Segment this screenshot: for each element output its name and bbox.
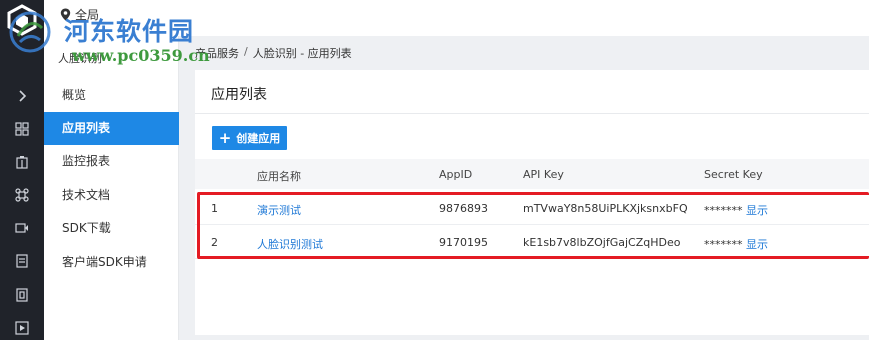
- app-root: 全局 人脸识别 概览 应用列表 监控报表 技术文档 SDK下载 客户端SDK申请…: [0, 0, 869, 340]
- sidebar-item-app-list[interactable]: 应用列表: [44, 112, 179, 145]
- table-header: 应用名称 AppID API Key Secret Key: [195, 159, 869, 189]
- breadcrumb: 产品服务 / 人脸识别 - 应用列表: [195, 45, 352, 61]
- sidebar-item-client-sdk[interactable]: 客户端SDK申请: [44, 246, 179, 279]
- breadcrumb-separator: /: [244, 45, 248, 58]
- breadcrumb-item-current: 人脸识别 - 应用列表: [252, 47, 352, 60]
- dashboard-icon[interactable]: [0, 113, 44, 145]
- watermark-site-url: www.pc0359.cn: [72, 46, 210, 65]
- title-divider: [195, 113, 869, 114]
- building-icon[interactable]: [0, 146, 44, 178]
- watermark-site-name: 河东软件园: [64, 17, 195, 46]
- create-app-button[interactable]: + 创建应用: [212, 126, 287, 150]
- sidebar-item-monitoring[interactable]: 监控报表: [44, 145, 179, 178]
- plus-icon: +: [218, 128, 232, 147]
- command-icon[interactable]: [0, 179, 44, 211]
- column-header-app-id: AppID: [439, 168, 473, 181]
- video-icon[interactable]: [0, 212, 44, 244]
- rows-highlight-annotation: [197, 192, 869, 259]
- watermark-logo-icon: [9, 11, 51, 53]
- column-header-app-name: 应用名称: [257, 170, 301, 183]
- column-header-api-key: API Key: [523, 168, 564, 181]
- sidebar-item-overview[interactable]: 概览: [44, 79, 179, 112]
- sidebar-item-docs[interactable]: 技术文档: [44, 179, 179, 212]
- document-icon[interactable]: [0, 245, 44, 277]
- page-title: 应用列表: [211, 87, 267, 103]
- column-header-secret-key: Secret Key: [704, 168, 763, 181]
- sidebar-item-sdk-download[interactable]: SDK下载: [44, 212, 179, 245]
- archive-icon[interactable]: [0, 279, 44, 311]
- play-icon[interactable]: [0, 312, 44, 340]
- create-app-label: 创建应用: [236, 132, 281, 145]
- breadcrumb-bar: 产品服务 / 人脸识别 - 应用列表: [179, 36, 869, 68]
- expand-chevron-icon[interactable]: [0, 80, 44, 112]
- product-sidebar: 人脸识别 概览 应用列表 监控报表 技术文档 SDK下载 客户端SDK申请: [44, 36, 179, 340]
